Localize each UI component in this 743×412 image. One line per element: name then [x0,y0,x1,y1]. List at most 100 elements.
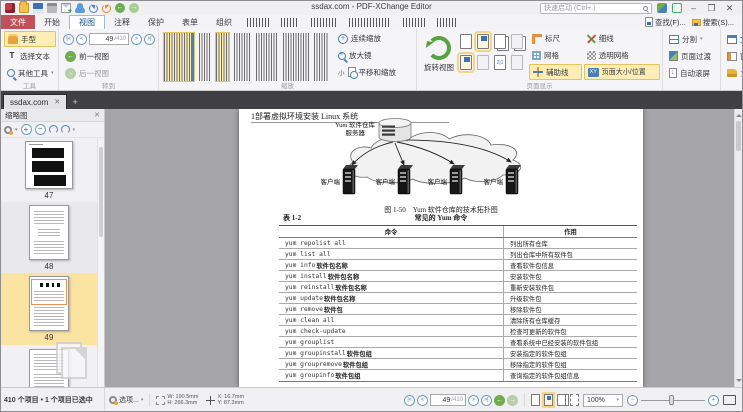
print-icon[interactable] [47,3,57,13]
autoscroll-button[interactable]: 自动滚屏 [666,65,718,81]
zoom-in-button[interactable]: + [708,395,719,406]
find-button[interactable]: 查找(F)... [645,17,686,28]
email-icon[interactable] [61,3,71,13]
rotate-left-icon[interactable] [49,125,58,134]
first-page-button[interactable]: |< [63,34,74,45]
panel-options-gear-icon[interactable] [4,126,12,134]
garbled-zoom-button[interactable] [283,33,309,81]
cover-mode-layout-icon[interactable] [460,55,472,70]
close-panel-icon[interactable]: ✕ [94,111,100,119]
split-button[interactable]: 分割 ▾ [666,31,718,47]
grid-button[interactable]: 网格 [529,48,582,64]
close-document-icon[interactable]: ✕ [54,98,60,106]
single-page-layout-icon[interactable] [460,34,472,49]
thumbnails-scrollbar[interactable] [97,139,104,387]
last-page-button[interactable]: >| [481,395,492,406]
minimize-button[interactable]: – [687,2,700,14]
garbled-tab[interactable] [437,18,457,27]
garbled-zoom-button[interactable] [164,33,194,81]
panes-button[interactable]: 窗格 ▾ [724,48,743,64]
next-page-button[interactable]: > [131,34,142,45]
next-view-button[interactable]: → [507,395,518,406]
continuous-zoom-button[interactable]: + 连续缩放 [335,31,399,47]
save-icon[interactable] [33,3,43,13]
document-view[interactable]: 1部署虚拟环境安装 Linux 系统 [105,109,742,387]
garbled-tab[interactable] [311,18,337,27]
previous-view-button[interactable]: ← 前一视图 [62,48,156,64]
thumbnail-row-48[interactable]: 48 [1,202,97,273]
garbled-zoom-button[interactable] [314,33,329,81]
garbled-zoom-button[interactable] [256,33,278,81]
guides-button[interactable]: 辅助线 [529,64,582,80]
transparent-grid-button[interactable]: 透明网格 [584,48,660,64]
split-pages-layout-icon[interactable]: 2|1 [494,55,506,70]
scrollbar-thumb[interactable] [736,121,741,151]
first-page-button[interactable]: |< [404,395,415,406]
rotate-view-button[interactable]: 旋转视图 [420,31,458,80]
document-set-button[interactable]: 文档集 [724,65,743,81]
garbled-zoom-button[interactable] [199,33,211,81]
options-button[interactable]: 选项... ▾ [105,395,147,405]
zoom-level-select[interactable]: 100% ▾ [583,394,623,407]
plugins-icon[interactable] [657,3,667,13]
pan-zoom-button[interactable]: 小 平移和缩放 [335,64,399,80]
forward-view-icon[interactable]: → [129,3,139,13]
select-text-button[interactable]: T 选择文本 [4,48,56,64]
prev-page-button[interactable]: < [76,34,87,45]
other-tools-button[interactable]: 其他工具 ▾ [4,65,56,81]
garbled-zoom-button[interactable] [216,33,229,81]
continuous-layout-icon[interactable] [477,34,489,49]
next-page-button[interactable]: > [468,395,479,406]
garbled-tab[interactable] [403,18,425,27]
document-tabs-button[interactable]: 文档标签页 ▾ [724,31,743,47]
page-size-position-button[interactable]: XY 页面大小/位置 [584,64,660,80]
redo-icon[interactable] [102,4,111,13]
maximize-button[interactable]: ❐ [705,2,718,14]
thumbnail-row-47[interactable]: 47 [1,139,97,202]
scroll-down-icon[interactable] [736,379,742,385]
garbled-zoom-button[interactable] [234,33,251,81]
page-transition-button[interactable]: 页面过渡 [666,48,718,64]
layout-option-icon[interactable] [511,55,523,70]
page-number-input[interactable]: 49 /410 [430,394,466,406]
ribbon-tab[interactable]: 表单 [173,15,207,29]
zoom-in-thumbs-button[interactable]: + [21,124,32,135]
ribbon-tab[interactable]: 视图 [69,15,105,29]
two-page-continuous-layout-icon[interactable] [511,34,523,49]
previous-view-button[interactable]: ← [494,395,505,406]
garbled-tab[interactable] [247,18,269,27]
page-number-input[interactable]: 49 /410 [89,33,129,45]
search-button[interactable]: 搜索(S)... [692,17,734,28]
scroll-up-icon[interactable] [736,111,742,117]
ribbon-tab[interactable]: 保护 [139,15,173,29]
open-file-icon[interactable] [19,3,29,13]
prev-page-button[interactable]: < [417,395,428,406]
last-page-button[interactable]: >| [144,34,155,45]
thin-lines-button[interactable]: 细线 [584,31,660,47]
fullscreen-icon[interactable] [672,3,682,13]
document-tab[interactable]: ssdax.com ✕ [3,94,67,109]
thumbnail-row-49-selected[interactable]: 49 [1,273,97,345]
back-view-icon[interactable]: ← [115,3,125,13]
two-page-continuous-layout-icon[interactable] [570,394,579,406]
zoom-out-thumbs-button[interactable]: − [35,124,46,135]
ribbon-tab[interactable]: 组织 [207,15,241,29]
next-view-button[interactable]: → 后一视图 [62,65,156,81]
garbled-tab[interactable] [349,18,391,27]
ribbon-tab[interactable]: 注释 [105,15,139,29]
ruler-button[interactable]: 标尺 [529,31,582,47]
continuous-layout-icon[interactable] [544,394,553,406]
single-page-layout-icon[interactable] [531,394,540,406]
zoom-slider[interactable] [641,394,705,406]
ribbon-tab[interactable]: 文件 [1,15,35,29]
cloud-icon[interactable] [75,6,85,13]
rotate-right-icon[interactable] [61,125,70,134]
zoom-slider-thumb[interactable] [669,395,674,405]
visible-area-indicator[interactable] [31,279,67,305]
two-page-layout-icon[interactable] [557,394,566,406]
fit-page-button[interactable] [723,395,736,405]
zoom-out-button[interactable]: − [627,395,638,406]
loupe-button[interactable]: 放大镜 [335,48,399,64]
undo-icon[interactable] [89,4,98,13]
ribbon-tab[interactable]: 开始 [35,15,69,29]
